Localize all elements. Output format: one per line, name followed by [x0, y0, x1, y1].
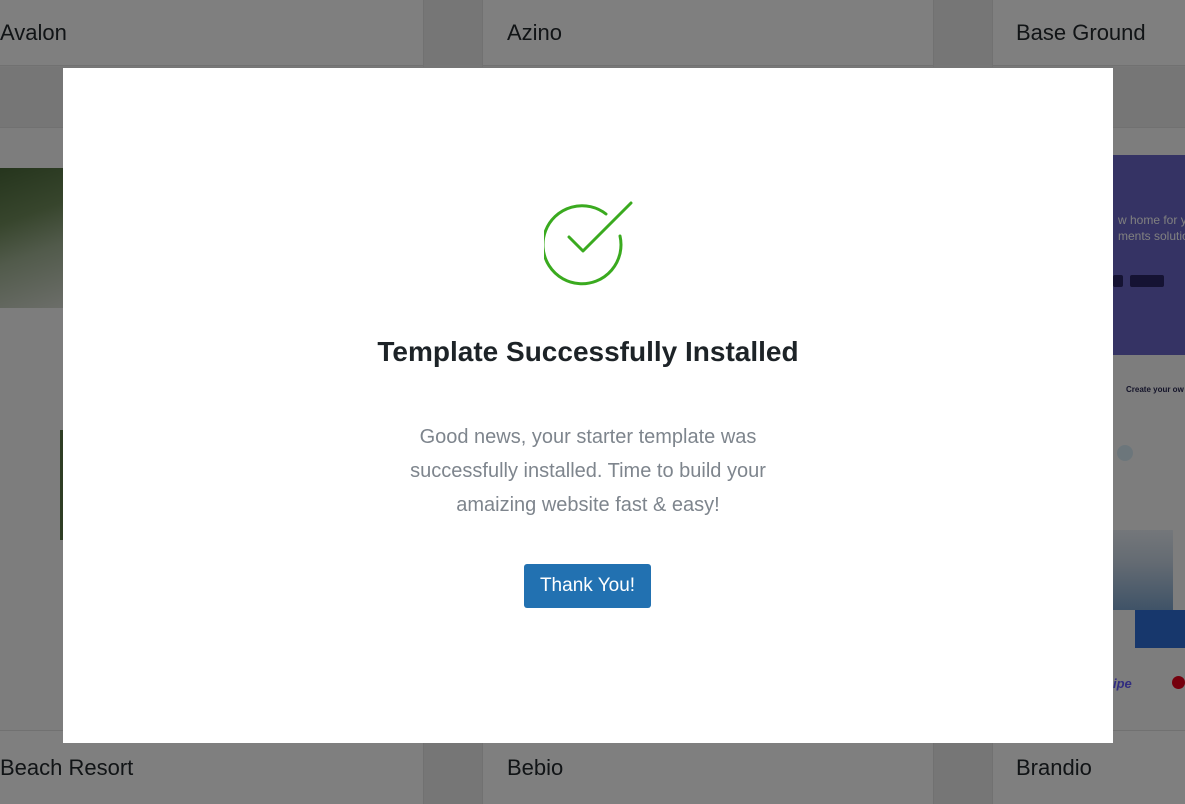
modal-message: Good news, your starter template was suc…: [410, 426, 766, 516]
modal-title: Template Successfully Installed: [377, 336, 799, 367]
check-circle-icon: [544, 201, 633, 286]
success-modal: Template Successfully Installed Good new…: [63, 68, 1113, 743]
thank-you-button[interactable]: Thank You!: [524, 564, 651, 608]
